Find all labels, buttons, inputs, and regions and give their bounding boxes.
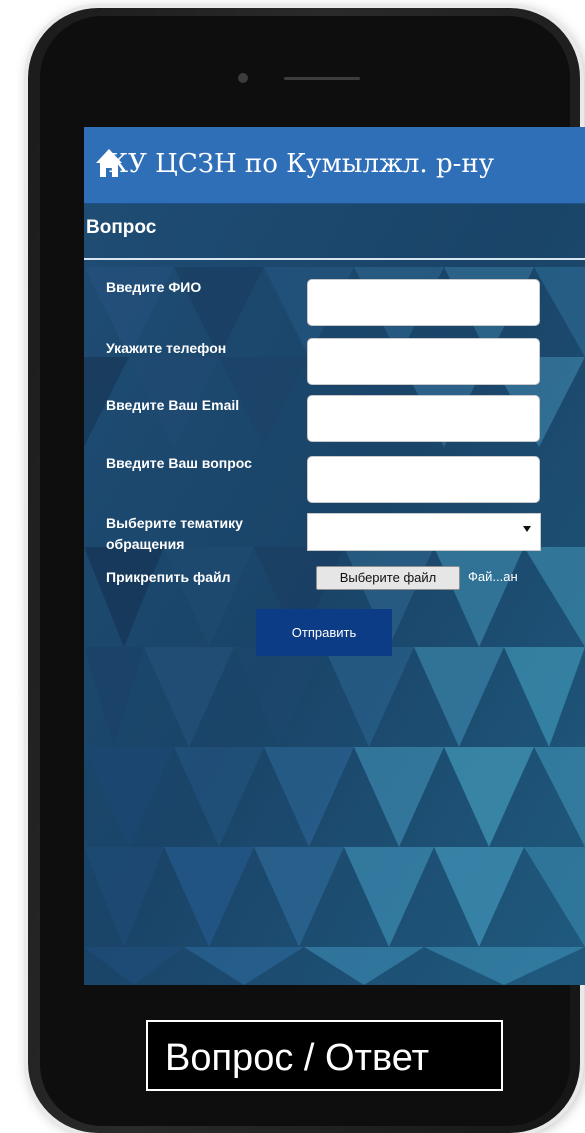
fio-input[interactable] bbox=[307, 279, 540, 326]
app-header: КУ ЦСЗН по Кумылжл. р-ну bbox=[84, 127, 585, 204]
phone-input[interactable] bbox=[307, 338, 540, 385]
section-divider bbox=[84, 258, 585, 260]
phone-screen: КУ ЦСЗН по Кумылжл. р-ну Вопрос Введите … bbox=[84, 127, 585, 985]
fio-label: Введите ФИО bbox=[106, 279, 202, 295]
app-title: КУ ЦСЗН по Кумылжл. р-ну bbox=[108, 149, 495, 179]
topic-label: Выберите тематику обращения bbox=[106, 515, 243, 552]
slide-caption: Вопрос / Ответ bbox=[165, 1037, 429, 1079]
attach-label: Прикрепить файл bbox=[106, 569, 231, 585]
question-input[interactable] bbox=[307, 456, 540, 503]
chevron-down-icon bbox=[523, 526, 531, 532]
speaker-icon bbox=[284, 77, 360, 80]
email-label: Введите Ваш Email bbox=[106, 397, 240, 413]
submit-button[interactable]: Отправить bbox=[256, 609, 392, 656]
choose-file-button[interactable]: Выберите файл bbox=[316, 566, 460, 590]
question-label: Введите Ваш вопрос bbox=[106, 455, 252, 471]
page-title: Вопрос bbox=[86, 217, 157, 238]
camera-icon bbox=[238, 73, 248, 83]
triangle-pattern-background bbox=[84, 127, 585, 985]
topic-select[interactable] bbox=[307, 513, 541, 551]
file-status: Фай...ан bbox=[468, 569, 518, 584]
email-input[interactable] bbox=[307, 395, 540, 442]
phone-label: Укажите телефон bbox=[106, 340, 227, 356]
